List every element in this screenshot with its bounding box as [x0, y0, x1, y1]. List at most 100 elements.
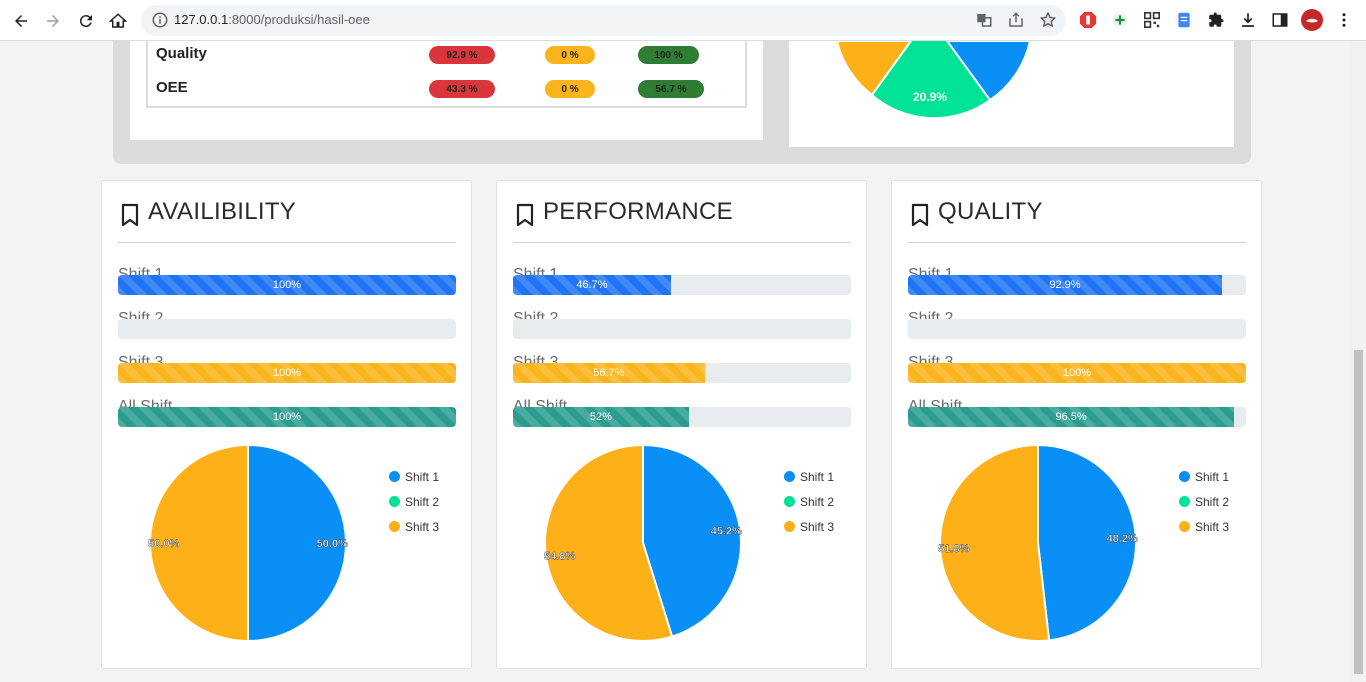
browser-toolbar: 127.0.0.1:8000/produksi/hasil-oee: [0, 0, 1366, 41]
legend-item[interactable]: Shift 2: [389, 489, 439, 514]
pie-data-label: 50.0%: [148, 538, 179, 550]
row-label-quality: Quality: [156, 45, 207, 62]
pie-legend: Shift 1 Shift 2 Shift 3: [784, 464, 834, 539]
progress-bar: 100%: [118, 363, 456, 383]
url-text: 127.0.0.1:8000/produksi/hasil-oee: [174, 12, 370, 27]
bookmark-icon: [516, 203, 534, 227]
address-bar[interactable]: 127.0.0.1:8000/produksi/hasil-oee: [141, 5, 1066, 36]
availability-card: AVAILIBILITY Shift 1 100% Shift 2 Shift 3 10…: [101, 180, 472, 669]
page-scrollbar[interactable]: [1351, 41, 1366, 682]
reload-icon: [79, 15, 92, 28]
side-panel-icon[interactable]: [1270, 10, 1290, 30]
quality-shift1-badge: 92.9 %: [429, 46, 495, 64]
oee-shift3-badge: 56.7 %: [638, 80, 704, 98]
progress-bar: 56.7%: [513, 363, 851, 383]
info-icon[interactable]: [151, 11, 169, 29]
reload-button[interactable]: [73, 8, 99, 34]
bookmark-star-icon[interactable]: [1039, 11, 1057, 29]
pie-legend: Shift 1 Shift 2 Shift 3: [1179, 464, 1229, 539]
performance-card: PERFORMANCE Shift 1 46.7% Shift 2 Shift 3 56…: [496, 180, 867, 669]
legend-label: Shift 3: [405, 519, 440, 534]
progress-fill: 92.9%: [908, 275, 1222, 295]
legend-marker-icon: [389, 521, 400, 532]
availability-pie-chart: 50.0% 50.0%: [148, 443, 348, 643]
legend-marker-icon: [1179, 496, 1190, 507]
translate-icon[interactable]: [975, 11, 993, 29]
progress-bar: 100%: [908, 363, 1246, 383]
oee-pie-chart: 20.9%: [835, 41, 1032, 120]
docs-extension-icon[interactable]: [1174, 10, 1194, 30]
home-icon: [109, 13, 127, 28]
progress-fill: 100%: [118, 363, 456, 383]
arrow-right-icon: [47, 15, 59, 27]
progress-fill: 52%: [513, 407, 689, 427]
oee-shift1-badge: 43.3 %: [429, 80, 495, 98]
legend-item[interactable]: Shift 3: [389, 514, 439, 539]
quality-card: QUALITY Shift 192.9%Shift 2Shift 3100%Al…: [891, 180, 1262, 669]
oee-pie-card: 20.9%: [789, 41, 1234, 147]
legend-marker-icon: [784, 521, 795, 532]
pie-data-label: 45.2%: [711, 525, 742, 537]
progress-bar: 100%: [118, 275, 456, 295]
progress-bar: 52%: [513, 407, 851, 427]
adblock-extension-icon[interactable]: [1078, 10, 1098, 30]
progress-bar: 96.5%: [908, 407, 1246, 427]
legend-label: Shift 2: [800, 494, 835, 509]
profile-avatar[interactable]: [1301, 9, 1323, 31]
card-divider: [513, 242, 851, 243]
plus-extension-icon[interactable]: [1110, 10, 1130, 30]
legend-label: Shift 1: [405, 469, 440, 484]
legend-marker-icon: [784, 496, 795, 507]
share-icon[interactable]: [1007, 11, 1025, 29]
progress-bar: 46.7%: [513, 275, 851, 295]
legend-marker-icon: [1179, 521, 1190, 532]
download-icon[interactable]: [1238, 10, 1258, 30]
progress-fill: 100%: [908, 363, 1246, 383]
back-button[interactable]: [8, 8, 34, 34]
home-button[interactable]: [105, 8, 131, 34]
pie-data-label: 51.8%: [938, 543, 969, 555]
quality-title: QUALITY: [938, 198, 1043, 225]
progress-fill: 100%: [118, 407, 456, 427]
legend-marker-icon: [389, 471, 400, 482]
legend-label: Shift 3: [800, 519, 835, 534]
card-divider: [118, 242, 456, 243]
legend-marker-icon: [784, 471, 795, 482]
pie-data-label: 54.8%: [544, 551, 575, 563]
performance-title: PERFORMANCE: [543, 198, 733, 225]
legend-label: Shift 2: [1195, 494, 1230, 509]
arrow-left-icon: [15, 15, 27, 27]
legend-label: Shift 1: [1195, 469, 1230, 484]
progress-fill: 56.7%: [513, 363, 705, 383]
legend-label: Shift 3: [1195, 519, 1230, 534]
forward-button[interactable]: [40, 8, 66, 34]
legend-item[interactable]: Shift 1: [1179, 464, 1229, 489]
legend-marker-icon: [389, 496, 400, 507]
legend-label: Shift 2: [405, 494, 440, 509]
progress-fill: 96.5%: [908, 407, 1235, 427]
quality-pie-chart: 48.2% 51.8%: [938, 443, 1138, 642]
legend-marker-icon: [1179, 471, 1190, 482]
performance-pie-chart: 45.2% 54.8%: [544, 443, 742, 642]
top-pie-label: 20.9%: [913, 90, 947, 104]
more-menu-icon[interactable]: [1334, 10, 1354, 30]
legend-item[interactable]: Shift 1: [784, 464, 834, 489]
qr-code-icon[interactable]: [1142, 10, 1162, 30]
progress-fill: 46.7%: [513, 275, 671, 295]
legend-item[interactable]: Shift 1: [389, 464, 439, 489]
pie-data-label: 48.2%: [1107, 533, 1138, 545]
legend-item[interactable]: Shift 3: [1179, 514, 1229, 539]
bookmark-icon: [911, 203, 929, 227]
scrollbar-thumb[interactable]: [1354, 350, 1363, 674]
legend-label: Shift 1: [800, 469, 835, 484]
progress-bar: [908, 319, 1246, 339]
legend-item[interactable]: Shift 3: [784, 514, 834, 539]
bookmark-icon: [121, 203, 139, 227]
card-divider: [908, 242, 1246, 243]
quality-shift3-badge: 100 %: [638, 46, 699, 64]
legend-item[interactable]: Shift 2: [784, 489, 834, 514]
pie-data-label: 50.0%: [317, 538, 348, 550]
progress-bar: [513, 319, 851, 339]
legend-item[interactable]: Shift 2: [1179, 489, 1229, 514]
puzzle-extensions-icon[interactable]: [1206, 10, 1226, 30]
